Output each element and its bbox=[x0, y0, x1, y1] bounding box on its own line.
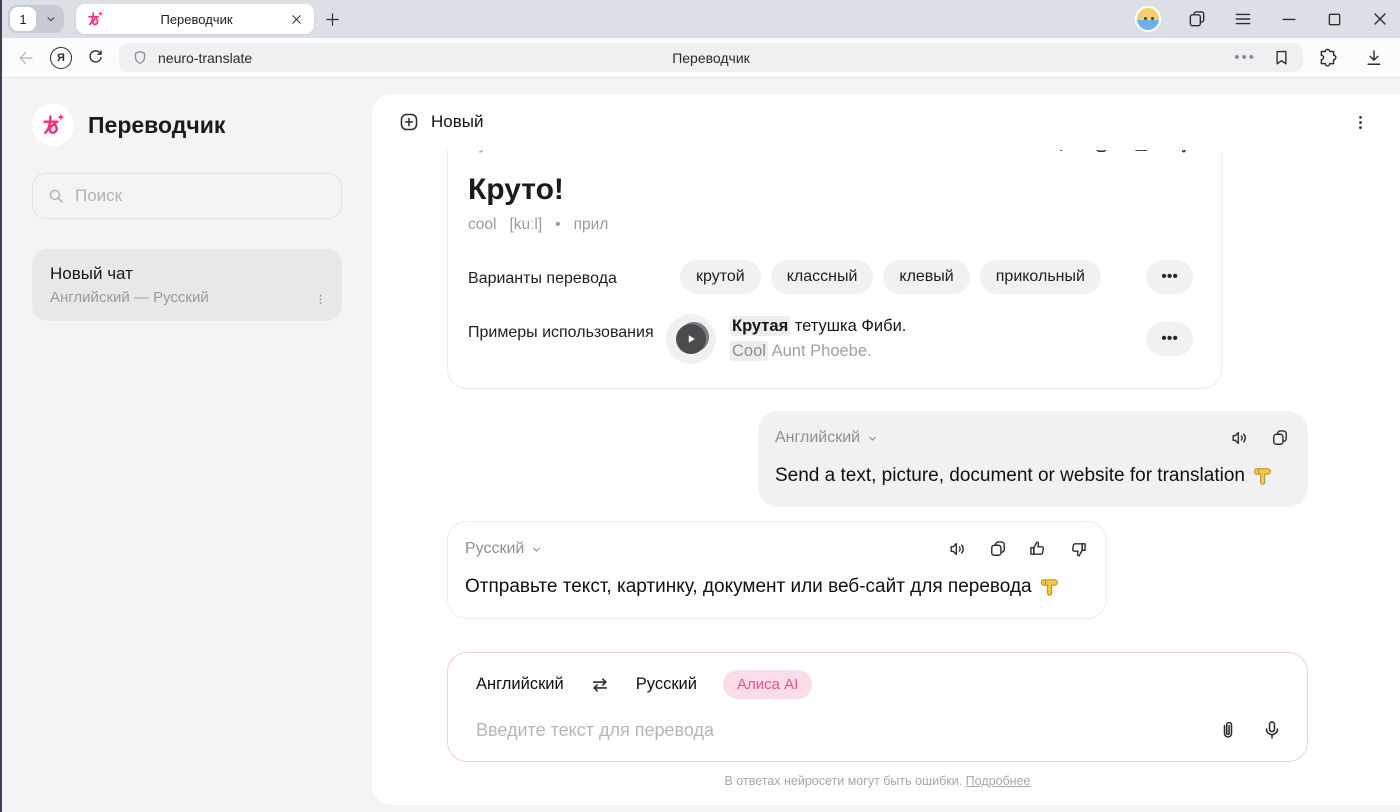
variant-chip[interactable]: крутой bbox=[680, 260, 761, 294]
copy-icon[interactable] bbox=[1093, 150, 1113, 155]
profile-avatar[interactable] bbox=[1135, 6, 1161, 32]
play-icon bbox=[676, 324, 706, 354]
tab-panels-icon[interactable] bbox=[1187, 9, 1207, 29]
bot-message-bubble: Русский Отправьте текст, картинку, докум… bbox=[447, 521, 1107, 619]
more-examples-button[interactable]: ••• bbox=[1146, 322, 1193, 356]
translation-title: Круто! bbox=[468, 173, 1193, 207]
window-minimize-button[interactable] bbox=[1279, 9, 1299, 29]
yandex-logo-icon[interactable]: Я bbox=[50, 47, 72, 69]
meta-bullet: • bbox=[555, 216, 560, 234]
source-word: cool bbox=[468, 216, 496, 234]
url-text: neuro-translate bbox=[158, 50, 252, 66]
user-message-text: Send a text, picture, document or websit… bbox=[775, 465, 1245, 487]
speaker-icon[interactable] bbox=[1053, 150, 1073, 155]
translation-input[interactable] bbox=[476, 720, 1217, 741]
more-actions-icon[interactable]: ••• bbox=[1234, 49, 1256, 66]
chat-item-languages: Английский — Русский bbox=[50, 289, 324, 306]
point-down-emoji bbox=[1252, 465, 1274, 487]
bot-message-text: Отправьте текст, картинку, документ или … bbox=[465, 576, 1032, 598]
user-message-bubble: Английский Send a text, picture, documen… bbox=[758, 411, 1308, 507]
browser-addressbar: Я neuro-translate Переводчик ••• bbox=[2, 38, 1400, 78]
chat-item-menu-icon[interactable] bbox=[313, 292, 328, 307]
tab-count-badge: 1 bbox=[10, 7, 36, 31]
swap-languages-icon[interactable] bbox=[590, 675, 610, 695]
variant-chip[interactable]: прикольный bbox=[980, 260, 1101, 294]
bubble-language-selector[interactable]: Русский bbox=[465, 540, 544, 558]
site-security-shield-icon[interactable] bbox=[131, 49, 149, 67]
target-language-button[interactable]: Русский bbox=[636, 675, 697, 694]
search-input[interactable] bbox=[75, 186, 327, 206]
part-of-speech: прил bbox=[574, 216, 609, 234]
chat-panel-header: Новый bbox=[372, 94, 1400, 150]
window-close-button[interactable] bbox=[1370, 9, 1390, 29]
thumbs-down-icon[interactable] bbox=[1173, 150, 1193, 155]
sidebar: Переводчик Новый чат Английский — Русски… bbox=[2, 78, 372, 812]
extensions-puzzle-icon[interactable] bbox=[1317, 47, 1338, 68]
tab-close-icon[interactable] bbox=[289, 12, 304, 27]
back-icon[interactable] bbox=[16, 48, 36, 68]
tab-list-chevron-icon[interactable] bbox=[38, 5, 64, 33]
search-box[interactable] bbox=[32, 173, 342, 219]
transcription: [kuːl] bbox=[509, 216, 542, 234]
point-down-emoji bbox=[1039, 576, 1061, 598]
thumbs-up-icon[interactable] bbox=[1028, 539, 1048, 559]
browser-tab-active[interactable]: Переводчик bbox=[76, 4, 314, 34]
examples-label: Примеры использования bbox=[468, 314, 666, 344]
translation-card: Русский Круто! cool [kuːl] bbox=[447, 150, 1222, 389]
variants-label: Варианты перевода bbox=[468, 260, 680, 290]
tab-counter[interactable]: 1 bbox=[8, 5, 64, 33]
translator-logo-icon bbox=[32, 104, 74, 146]
window-maximize-button[interactable] bbox=[1325, 10, 1344, 29]
more-variants-button[interactable]: ••• bbox=[1146, 260, 1193, 294]
source-language-button[interactable]: Английский bbox=[476, 675, 564, 694]
search-icon bbox=[47, 187, 65, 205]
example-target-text: Крутая тетушка Фиби. bbox=[730, 317, 906, 336]
variant-chip[interactable]: клевый bbox=[883, 260, 969, 294]
thumbs-up-icon[interactable] bbox=[1133, 150, 1153, 155]
reload-icon[interactable] bbox=[86, 48, 105, 67]
variant-chip[interactable]: классный bbox=[771, 260, 874, 294]
play-example-button[interactable] bbox=[666, 314, 716, 364]
example-source-text: Cool Aunt Phoebe. bbox=[730, 342, 906, 361]
composer: Английский Русский Алиса AI bbox=[447, 652, 1308, 762]
chat-list-item[interactable]: Новый чат Английский — Русский bbox=[32, 249, 342, 321]
app-title: Переводчик bbox=[88, 112, 225, 139]
chat-item-title: Новый чат bbox=[50, 264, 324, 284]
downloads-icon[interactable] bbox=[1364, 48, 1384, 68]
bubble-language-selector[interactable]: Английский bbox=[775, 429, 880, 447]
attach-file-icon[interactable] bbox=[1217, 719, 1239, 741]
tab-title: Переводчик bbox=[104, 12, 289, 27]
speaker-icon[interactable] bbox=[948, 539, 968, 559]
microphone-icon[interactable] bbox=[1261, 719, 1283, 741]
addressbar-page-title: Переводчик bbox=[672, 50, 750, 66]
chat-panel: Новый Русский bbox=[372, 94, 1400, 805]
bookmark-icon[interactable] bbox=[1272, 48, 1291, 67]
copy-icon[interactable] bbox=[988, 539, 1008, 559]
chat-scroll-area[interactable]: Русский Круто! cool [kuːl] bbox=[372, 150, 1400, 805]
thumbs-down-icon[interactable] bbox=[1068, 539, 1088, 559]
alice-ai-badge[interactable]: Алиса AI bbox=[723, 670, 812, 699]
speaker-icon[interactable] bbox=[1230, 428, 1250, 448]
browser-tabstrip: 1 Переводчик bbox=[2, 0, 1400, 38]
card-language-selector[interactable]: Русский bbox=[468, 150, 547, 154]
disclaimer: В ответах нейросети могут быть ошибки. П… bbox=[447, 762, 1308, 788]
browser-menu-icon[interactable] bbox=[1233, 9, 1253, 29]
tab-favicon bbox=[86, 10, 104, 28]
copy-icon[interactable] bbox=[1270, 428, 1290, 448]
new-chat-button[interactable]: Новый bbox=[431, 112, 483, 132]
url-field[interactable]: neuro-translate Переводчик ••• bbox=[119, 43, 1303, 72]
new-chat-icon[interactable] bbox=[398, 111, 420, 133]
disclaimer-link[interactable]: Подробнее bbox=[966, 774, 1031, 788]
panel-menu-icon[interactable] bbox=[1351, 113, 1370, 132]
new-tab-button[interactable] bbox=[324, 11, 341, 28]
